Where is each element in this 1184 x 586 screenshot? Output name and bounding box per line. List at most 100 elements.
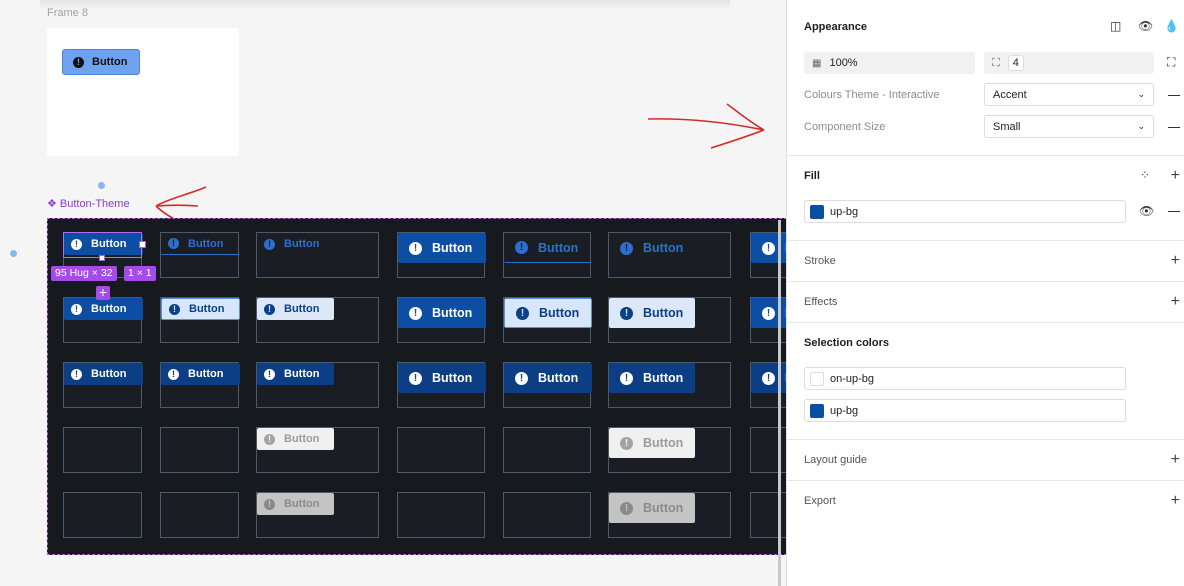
add-effect-icon[interactable]: +: [1171, 294, 1180, 310]
variant-cell[interactable]: [503, 427, 591, 473]
add-variant-button[interactable]: +: [96, 285, 110, 300]
button-variant[interactable]: ! Button: [398, 363, 486, 393]
variant-cell[interactable]: ! Button: [503, 232, 592, 278]
variant-cell[interactable]: ! Button: [608, 297, 731, 343]
variant-cell[interactable]: ! Button: [256, 492, 379, 538]
variant-cell[interactable]: ! Button: [256, 427, 379, 473]
button-variant[interactable]: ! Button: [504, 233, 592, 263]
variant-cell[interactable]: ! Button: [256, 362, 379, 408]
variant-cell[interactable]: ! Button: [397, 362, 486, 408]
selection-color-row[interactable]: up-bg: [804, 399, 1126, 422]
button-variant[interactable]: ! Button: [161, 298, 240, 320]
add-fill-icon[interactable]: +: [1171, 168, 1180, 184]
selection-colors-title: Selection colors: [804, 337, 889, 349]
red-arrow-component: [155, 186, 207, 223]
component-size-select[interactable]: Small ⌄: [984, 115, 1154, 138]
add-layout-guide-icon[interactable]: +: [1171, 452, 1180, 468]
button-label: Button: [643, 241, 684, 255]
opacity-icon: ▦: [812, 57, 822, 69]
corner-radius-field[interactable]: ⛶ 4: [984, 52, 1154, 74]
selection-color-swatch[interactable]: [810, 371, 824, 386]
styles-grid-icon[interactable]: ⁘: [1140, 168, 1150, 182]
button-theme-frame[interactable]: ! Button! Button! Button! Button! Button! Butt…: [47, 218, 786, 555]
alert-icon: !: [71, 368, 82, 380]
remove-colours-theme-icon[interactable]: [1168, 95, 1180, 96]
component-name: Button-Theme: [59, 197, 130, 210]
button-variant[interactable]: ! Button: [504, 363, 592, 393]
selection-color-row[interactable]: on-up-bg: [804, 367, 1126, 390]
button-variant[interactable]: ! Button: [504, 298, 592, 328]
button-variant[interactable]: ! Button: [257, 233, 334, 255]
frame8-label[interactable]: Frame 8: [47, 7, 88, 19]
button-label: Button: [188, 368, 224, 380]
variant-cell[interactable]: [397, 427, 485, 473]
button-label: Button: [643, 306, 684, 320]
alert-icon: !: [168, 368, 179, 380]
variant-cell[interactable]: ! Button: [608, 492, 731, 538]
button-variant[interactable]: ! Button: [64, 363, 143, 385]
component-icon: ❖: [47, 198, 57, 210]
button-variant[interactable]: ! Button: [609, 298, 695, 328]
fill-visibility-eye-icon[interactable]: 👁: [1139, 204, 1154, 218]
alert-icon: !: [515, 241, 528, 254]
remove-fill-icon[interactable]: [1168, 211, 1180, 212]
variant-cell[interactable]: [63, 492, 142, 538]
component-size-value: Small: [993, 120, 1021, 133]
variant-cell[interactable]: ! Button: [503, 362, 592, 408]
variant-cell[interactable]: [503, 492, 591, 538]
variant-cell[interactable]: ! Button: [397, 232, 486, 278]
variant-cell[interactable]: ! Button: [63, 297, 143, 343]
button-variant[interactable]: ! Button: [161, 363, 240, 385]
visibility-eye-icon[interactable]: 👁: [1138, 19, 1153, 33]
variant-cell[interactable]: ! Button: [397, 297, 486, 343]
opacity-field[interactable]: ▦ 100%: [804, 52, 975, 74]
button-variant[interactable]: ! Button: [64, 298, 143, 320]
component-label[interactable]: ❖ Button-Theme: [47, 197, 130, 211]
variant-cell[interactable]: ! Button: [256, 297, 379, 343]
resize-handle[interactable]: [99, 255, 105, 261]
canvas-anchor-dot[interactable]: [10, 250, 17, 257]
alert-icon: !: [620, 371, 633, 385]
button-variant[interactable]: ! Button: [257, 363, 334, 385]
canvas-anchor-dot[interactable]: [98, 182, 105, 189]
add-stroke-icon[interactable]: +: [1171, 253, 1180, 269]
colours-theme-select[interactable]: Accent ⌄: [984, 83, 1154, 106]
variant-cell[interactable]: ! Button: [160, 297, 240, 343]
variant-cell[interactable]: ! Button: [608, 362, 731, 408]
variant-cell[interactable]: [160, 427, 239, 473]
resize-handle[interactable]: [139, 241, 146, 248]
button-variant[interactable]: ! Button: [609, 428, 695, 458]
fill-row[interactable]: up-bg: [804, 200, 1126, 223]
frame8[interactable]: ! Button: [47, 28, 239, 156]
variant-cell[interactable]: ! Button: [608, 427, 731, 473]
fill-swatch[interactable]: [810, 204, 824, 219]
remove-component-size-icon[interactable]: [1168, 127, 1180, 128]
variant-cell[interactable]: ! Button: [63, 362, 143, 408]
variant-cell[interactable]: ! Button: [160, 362, 240, 408]
button-variant[interactable]: ! Button: [257, 298, 334, 320]
variant-cell[interactable]: ! Button: [608, 232, 731, 278]
design-canvas[interactable]: Frame 8 ! Button ❖ Button-Theme ! Button!…: [0, 0, 786, 586]
button-variant[interactable]: ! Button: [609, 233, 695, 263]
variant-cell[interactable]: ! Button: [160, 232, 240, 278]
add-export-icon[interactable]: +: [1171, 493, 1180, 509]
button-variant[interactable]: ! Button: [161, 233, 240, 255]
variant-cell[interactable]: [63, 427, 142, 473]
selection-color-swatch[interactable]: [810, 403, 824, 418]
button-variant[interactable]: ! Button: [398, 233, 486, 263]
button-variant[interactable]: ! Button: [609, 363, 695, 393]
frame8-button-instance[interactable]: ! Button: [62, 49, 140, 75]
variable-mode-icon[interactable]: ◫: [1110, 19, 1121, 33]
button-variant[interactable]: ! Button: [398, 298, 486, 328]
variant-cell[interactable]: [160, 492, 239, 538]
button-variant[interactable]: ! Button: [257, 428, 334, 450]
button-variant[interactable]: ! Button: [257, 493, 334, 515]
component-size-label: Component Size: [804, 121, 886, 133]
variant-cell[interactable]: ! Button: [503, 297, 592, 343]
variant-cell[interactable]: ! Button: [256, 232, 379, 278]
button-variant[interactable]: ! Button: [609, 493, 695, 523]
variant-cell[interactable]: [397, 492, 485, 538]
blend-drop-icon[interactable]: 💧: [1164, 19, 1179, 33]
canvas-scrollbar[interactable]: [778, 220, 781, 586]
independent-corners-icon[interactable]: ⛶: [1167, 55, 1175, 70]
